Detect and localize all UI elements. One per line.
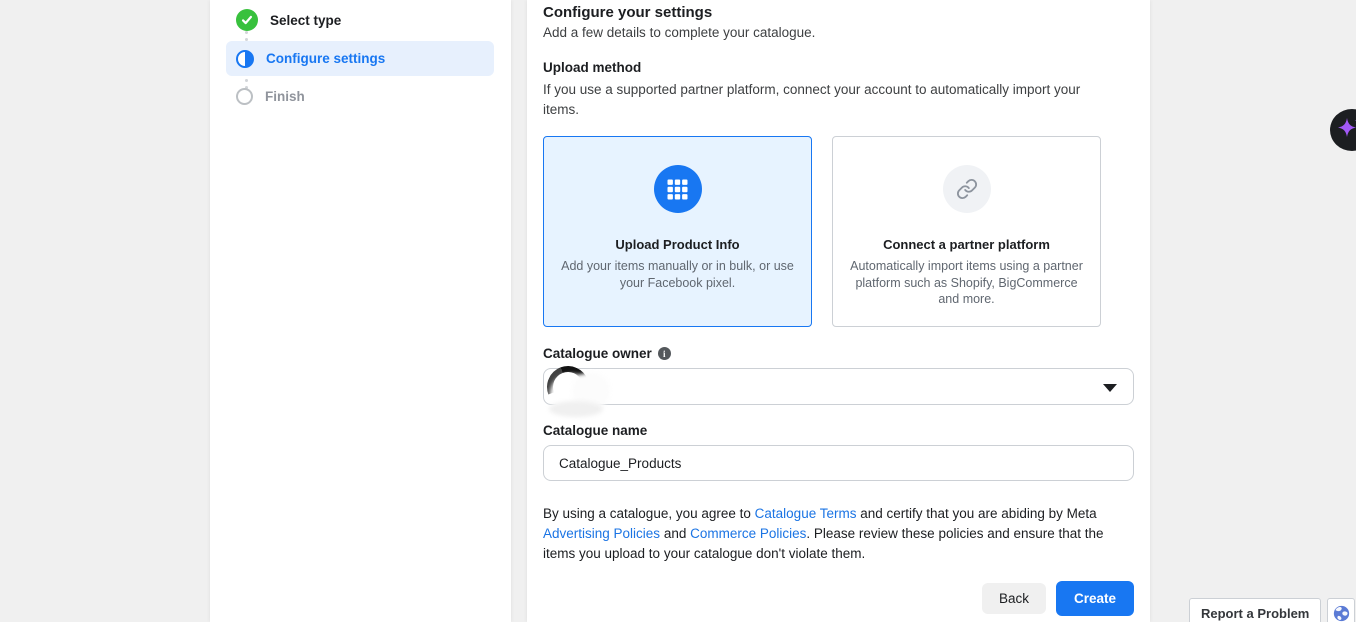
catalogue-terms-link[interactable]: Catalogue Terms bbox=[755, 506, 857, 521]
page-subtitle: Add a few details to complete your catal… bbox=[543, 25, 815, 40]
footer-actions: Back Create bbox=[543, 580, 1134, 616]
upload-method-description: If you use a supported partner platform,… bbox=[543, 80, 1083, 120]
grid-icon bbox=[654, 165, 702, 213]
catalogue-owner-label: Catalogue owner bbox=[543, 346, 652, 361]
commerce-policies-link[interactable]: Commerce Policies bbox=[690, 526, 806, 541]
stepper-item-configure-settings[interactable]: Configure settings bbox=[226, 41, 494, 76]
catalogue-owner-label-row: Catalogue owner i bbox=[543, 346, 671, 361]
create-button[interactable]: Create bbox=[1056, 581, 1134, 616]
stepper-item-finish: Finish bbox=[226, 84, 494, 108]
configure-settings-panel: Configure your settings Add a few detail… bbox=[527, 0, 1150, 622]
legal-segment: and bbox=[660, 526, 690, 541]
sparkle-icon bbox=[1335, 113, 1356, 147]
globe-icon bbox=[1333, 605, 1350, 622]
upload-method-options: Upload Product Info Add your items manua… bbox=[543, 136, 1101, 327]
connect-partner-platform-title: Connect a partner platform bbox=[833, 237, 1100, 252]
report-a-problem-button[interactable]: Report a Problem bbox=[1189, 598, 1321, 622]
stepper-item-select-type[interactable]: Select type bbox=[226, 8, 494, 32]
corner-controls: Report a Problem bbox=[1189, 598, 1355, 622]
redacted-owner-avatar bbox=[545, 363, 617, 421]
legal-segment: and certify that you are abiding by Meta bbox=[856, 506, 1096, 521]
stepper-label-finish: Finish bbox=[265, 89, 305, 104]
meta-ai-button[interactable] bbox=[1330, 109, 1356, 151]
connect-partner-platform-description: Automatically import items using a partn… bbox=[845, 258, 1088, 308]
legal-text: By using a catalogue, you agree to Catal… bbox=[543, 504, 1127, 564]
stepper-label-select-type: Select type bbox=[270, 13, 341, 28]
upload-method-label: Upload method bbox=[543, 60, 641, 75]
language-button[interactable] bbox=[1327, 598, 1355, 622]
catalogue-owner-dropdown[interactable] bbox=[543, 368, 1134, 405]
check-circle-icon bbox=[236, 9, 258, 31]
half-filled-circle-icon bbox=[236, 50, 254, 68]
connect-partner-platform-card[interactable]: Connect a partner platform Automatically… bbox=[832, 136, 1101, 327]
catalogue-wizard-page: { "theme": { "accent_blue": "#1877f2", "… bbox=[0, 0, 1356, 622]
empty-circle-icon bbox=[236, 88, 253, 105]
info-icon[interactable]: i bbox=[658, 347, 671, 360]
page-title: Configure your settings bbox=[543, 4, 712, 21]
upload-product-info-card[interactable]: Upload Product Info Add your items manua… bbox=[543, 136, 812, 327]
link-icon bbox=[943, 165, 991, 213]
advertising-policies-link[interactable]: Advertising Policies bbox=[543, 526, 660, 541]
caret-down-icon bbox=[1103, 384, 1117, 392]
wizard-stepper-sidebar: Select type Configure settings Finish bbox=[210, 0, 511, 622]
catalogue-name-label: Catalogue name bbox=[543, 423, 647, 438]
legal-segment: By using a catalogue, you agree to bbox=[543, 506, 755, 521]
upload-product-info-title: Upload Product Info bbox=[544, 237, 811, 252]
catalogue-name-input[interactable] bbox=[543, 445, 1134, 481]
back-button[interactable]: Back bbox=[982, 583, 1046, 614]
upload-product-info-description: Add your items manually or in bulk, or u… bbox=[556, 258, 799, 291]
stepper-label-configure-settings: Configure settings bbox=[266, 51, 385, 66]
